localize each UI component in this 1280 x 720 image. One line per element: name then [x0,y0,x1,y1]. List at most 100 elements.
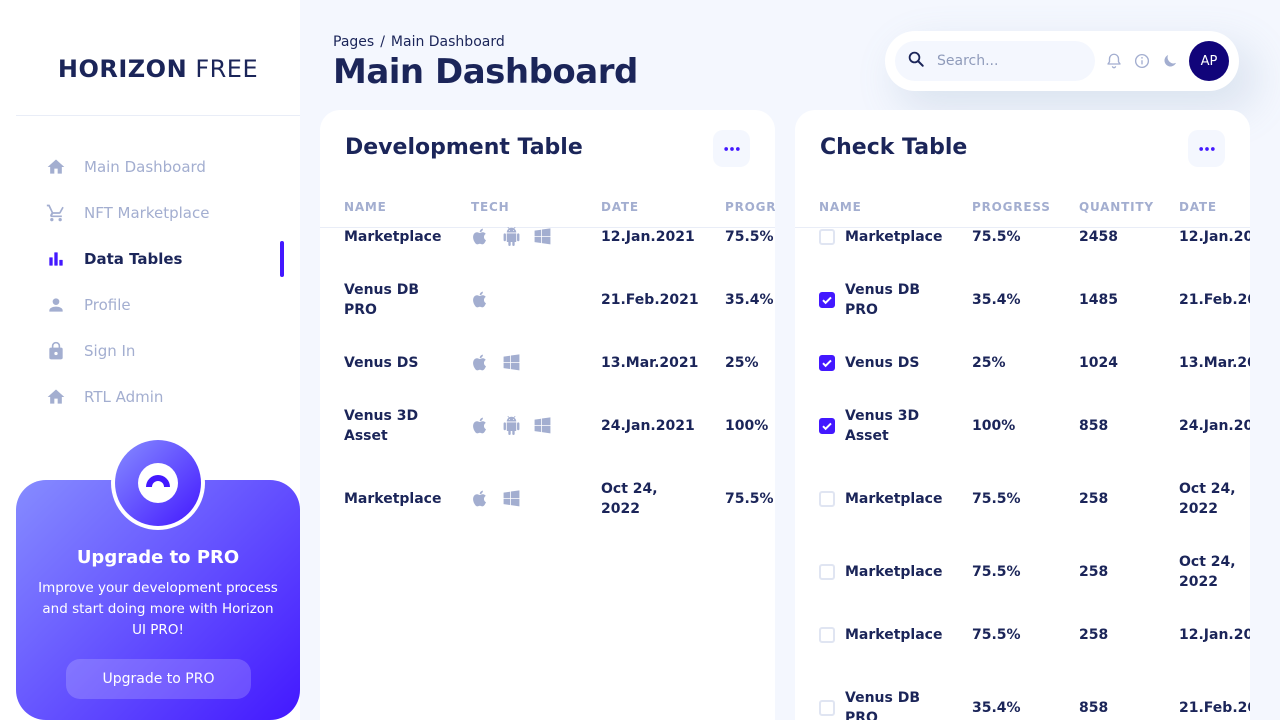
ellipsis-icon [1198,146,1215,151]
row-checkbox[interactable] [819,564,835,580]
windows-icon [502,353,521,378]
row-name: Marketplace [344,229,442,245]
column-header-date[interactable]: DATE [1179,200,1217,214]
ellipsis-icon [723,146,740,151]
sidebar-item-data-tables[interactable]: Data Tables [0,236,300,282]
row-date: 12.Jan.2021 [601,229,695,245]
search-input[interactable] [937,53,1087,69]
check-icon [822,422,832,431]
moon-icon[interactable] [1160,51,1180,71]
row-name: Marketplace [845,229,943,245]
row-checkbox[interactable] [819,229,835,245]
row-checkbox[interactable] [819,418,835,434]
sidebar-item-profile[interactable]: Profile [0,282,300,328]
lock-icon [46,341,66,361]
table-row[interactable]: Venus 3D Asset 100% 858 24.Jan.2021 [795,404,1250,448]
page-title: Main Dashboard [333,52,638,92]
row-name: Venus DB PRO [344,282,419,318]
table-row[interactable]: Marketplace Oct 24, 2022 75.5% [320,477,775,521]
sidebar-item-main-dashboard[interactable]: Main Dashboard [0,144,300,190]
sidebar-nav: Main Dashboard NFT Marketplace Data Tables… [0,144,300,420]
breadcrumb-root[interactable]: Pages [333,34,374,50]
column-header-quantity[interactable]: QUANTITY [1079,200,1154,214]
table-row[interactable]: Venus DS 25% 1024 13.Mar.2021 [795,341,1250,385]
topbar: AP [885,31,1239,91]
row-progress: 35.4% [972,292,1021,308]
table-row[interactable]: Marketplace 75.5% 258 Oct 24, 2022 [795,477,1250,521]
home-icon [46,387,66,407]
row-name: Marketplace [845,627,943,643]
column-header-date[interactable]: DATE [601,200,639,214]
brand-light: FREE [195,55,259,83]
apple-icon [471,489,490,514]
column-header-progress[interactable]: PROGRESS [725,200,775,214]
table-row[interactable]: Venus DB PRO 35.4% 1485 21.Feb.2021 [795,278,1250,322]
row-date: 13.Mar.2021 [601,355,699,371]
sidebar-item-label: Sign In [84,342,136,360]
row-date: 24.Jan.2021 [601,418,695,434]
table-row[interactable]: Marketplace 75.5% 258 12.Jan.2021 [795,613,1250,657]
info-icon[interactable] [1132,51,1152,71]
row-progress: 75.5% [972,491,1021,507]
column-header-name[interactable]: NAME [344,200,387,214]
table-row[interactable]: Marketplace 75.5% 2458 12.Jan.2021 [795,215,1250,259]
apple-icon [471,290,490,315]
home-icon [46,157,66,177]
row-name: Venus 3D Asset [845,408,920,444]
android-icon [502,416,521,441]
row-progress: 35.4% [725,292,774,308]
tech-icons [471,416,552,441]
row-progress: 100% [725,418,769,434]
sidebar-item-sign-in[interactable]: Sign In [0,328,300,374]
tech-icons [471,290,490,315]
table-row[interactable]: Marketplace 12.Jan.2021 75.5% [320,215,775,259]
check-table-card: Check Table NAME PROGRESS QUANTITY DATE … [795,110,1250,720]
more-menu-button[interactable] [713,130,750,167]
row-progress: 25% [972,355,1006,371]
row-date: Oct 24, 2022 [601,481,658,517]
row-progress: 100% [972,418,1016,434]
sidebar-item-label: Main Dashboard [84,158,206,176]
row-name: Venus 3D Asset [344,408,419,444]
column-header-name[interactable]: NAME [819,200,862,214]
breadcrumb-separator: / [380,34,385,50]
row-checkbox[interactable] [819,627,835,643]
row-quantity: 2458 [1079,229,1118,245]
avatar[interactable]: AP [1189,41,1229,81]
row-checkbox[interactable] [819,355,835,371]
promo-title: Upgrade to PRO [76,547,240,568]
row-date: 21.Feb.2021 [1179,292,1250,308]
row-name: Marketplace [845,564,943,580]
row-progress: 75.5% [972,229,1021,245]
table-row[interactable]: Venus 3D Asset 24.Jan.2021 100% [320,404,775,448]
cart-icon [46,203,66,223]
row-checkbox[interactable] [819,292,835,308]
bar-chart-icon [46,249,66,269]
table-row[interactable]: Venus DS 13.Mar.2021 25% [320,341,775,385]
horizon-logo-icon [115,440,201,526]
more-menu-button[interactable] [1188,130,1225,167]
upgrade-button[interactable]: Upgrade to PRO [66,659,251,699]
table-row[interactable]: Venus DB PRO 21.Feb.2021 35.4% [320,278,775,322]
row-progress: 75.5% [725,491,774,507]
sidebar-item-nft-marketplace[interactable]: NFT Marketplace [0,190,300,236]
sidebar-item-label: Profile [84,296,131,314]
search-icon [907,50,925,72]
brand-bold: HORIZON [57,55,188,83]
card-title: Check Table [820,135,968,160]
column-header-tech[interactable]: TECH [471,200,509,214]
brand-logo[interactable]: HORIZON FREE [0,55,316,83]
row-quantity: 258 [1079,564,1109,580]
row-name: Marketplace [344,491,442,507]
windows-icon [533,227,552,252]
sidebar-item-rtl-admin[interactable]: RTL Admin [0,374,300,420]
row-name: Venus DS [344,355,419,371]
row-checkbox[interactable] [819,491,835,507]
bell-icon[interactable] [1104,51,1124,71]
table-row[interactable]: Venus DB PRO 35.4% 858 21.Feb.2021 [795,686,1250,720]
breadcrumb-current[interactable]: Main Dashboard [391,34,505,50]
row-checkbox[interactable] [819,700,835,716]
column-header-progress[interactable]: PROGRESS [972,200,1051,214]
table-row[interactable]: Marketplace 75.5% 258 Oct 24, 2022 [795,550,1250,594]
row-progress: 75.5% [972,564,1021,580]
